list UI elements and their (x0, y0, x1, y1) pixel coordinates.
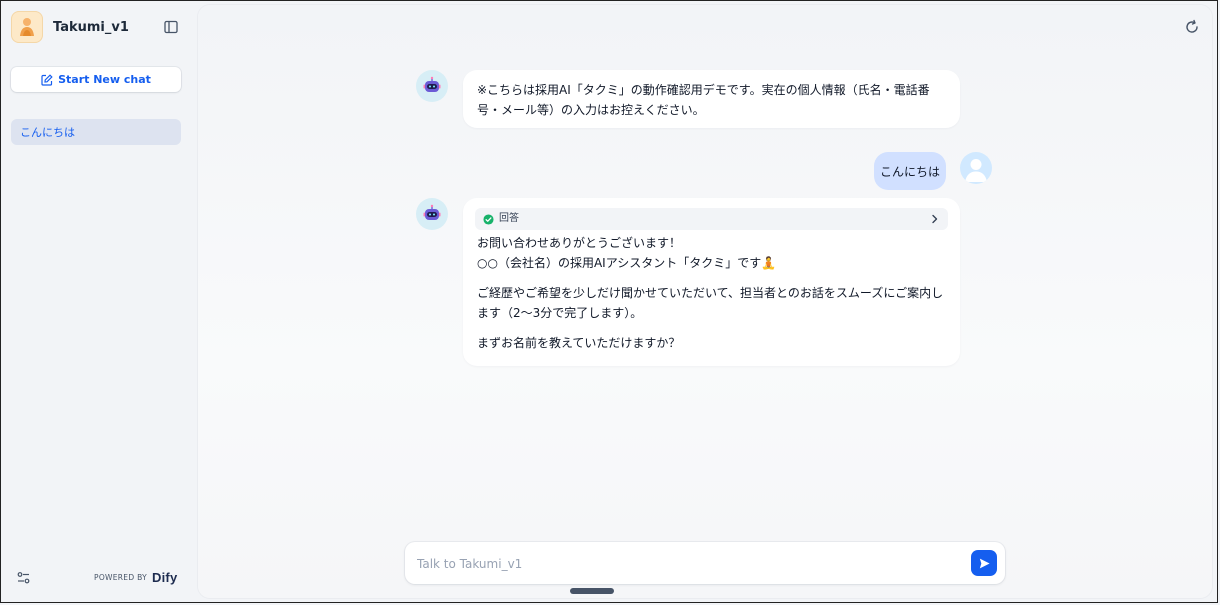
bot-avatar (416, 70, 448, 102)
user-icon (965, 159, 987, 182)
refresh-icon[interactable] (1184, 19, 1200, 35)
chat-panel: ※こちらは採用AI「タクミ」の動作確認用デモです。実在の個人情報（氏名・電話番号… (198, 5, 1212, 598)
app-window: Takumi_v1 Start New chat こんにちは POWERED B… (0, 0, 1218, 603)
chevron-right-icon (932, 214, 938, 224)
answer-text: お問い合わせありがとうございます！ ○○（会社名）の採用AIアシスタント「タクミ… (475, 233, 948, 353)
user-avatar (960, 152, 992, 184)
chat-input-box (405, 542, 1005, 584)
monk-icon (20, 18, 34, 36)
start-new-chat-label: Start New chat (58, 73, 151, 86)
panel-left-icon[interactable] (163, 19, 179, 35)
bot-message-text: ※こちらは採用AI「タクミ」の動作確認用デモです。実在の個人情報（氏名・電話番号… (477, 83, 930, 117)
edit-icon (41, 73, 53, 86)
user-message: こんにちは (874, 152, 946, 190)
app-header: Takumi_v1 (11, 11, 129, 43)
conversation-item[interactable]: こんにちは (11, 119, 181, 145)
answer-label: 回答 (499, 213, 519, 224)
sidebar: Takumi_v1 Start New chat こんにちは POWERED B… (1, 1, 197, 602)
dify-logo: Dify (152, 570, 178, 585)
answer-line: まずお名前を教えていただけますか？ (477, 336, 681, 350)
conversation-item-label: こんにちは (20, 126, 75, 139)
answer-line: ご経歴やご希望を少しだけ聞かせていただいて、担当者とのお話をスムーズにご案内しま… (477, 286, 944, 320)
send-button[interactable] (971, 550, 997, 576)
powered-by: POWERED BY Dify (94, 570, 177, 585)
app-title: Takumi_v1 (53, 19, 129, 35)
app-avatar (11, 11, 43, 43)
scroll-handle[interactable] (570, 588, 614, 594)
robot-icon (423, 204, 441, 220)
send-icon (979, 558, 990, 568)
bot-avatar (416, 198, 448, 230)
chat-input[interactable] (415, 553, 959, 575)
user-message-text: こんにちは (879, 164, 940, 179)
check-circle-icon (483, 213, 494, 225)
start-new-chat-button[interactable]: Start New chat (11, 67, 181, 92)
answer-workflow-toggle[interactable]: 回答 (475, 208, 948, 230)
answer-line: お問い合わせありがとうございます！ (477, 236, 682, 250)
powered-by-label: POWERED BY (94, 573, 148, 582)
robot-icon (423, 76, 441, 92)
bot-answer: 回答 お問い合わせありがとうございます！ ○○（会社名）の採用AIアシスタント「… (463, 198, 960, 366)
bot-message: ※こちらは採用AI「タクミ」の動作確認用デモです。実在の個人情報（氏名・電話番号… (463, 70, 960, 128)
answer-line: ○○（会社名）の採用AIアシスタント「タクミ」です🧘 (477, 256, 777, 270)
sliders-icon[interactable] (16, 570, 32, 586)
